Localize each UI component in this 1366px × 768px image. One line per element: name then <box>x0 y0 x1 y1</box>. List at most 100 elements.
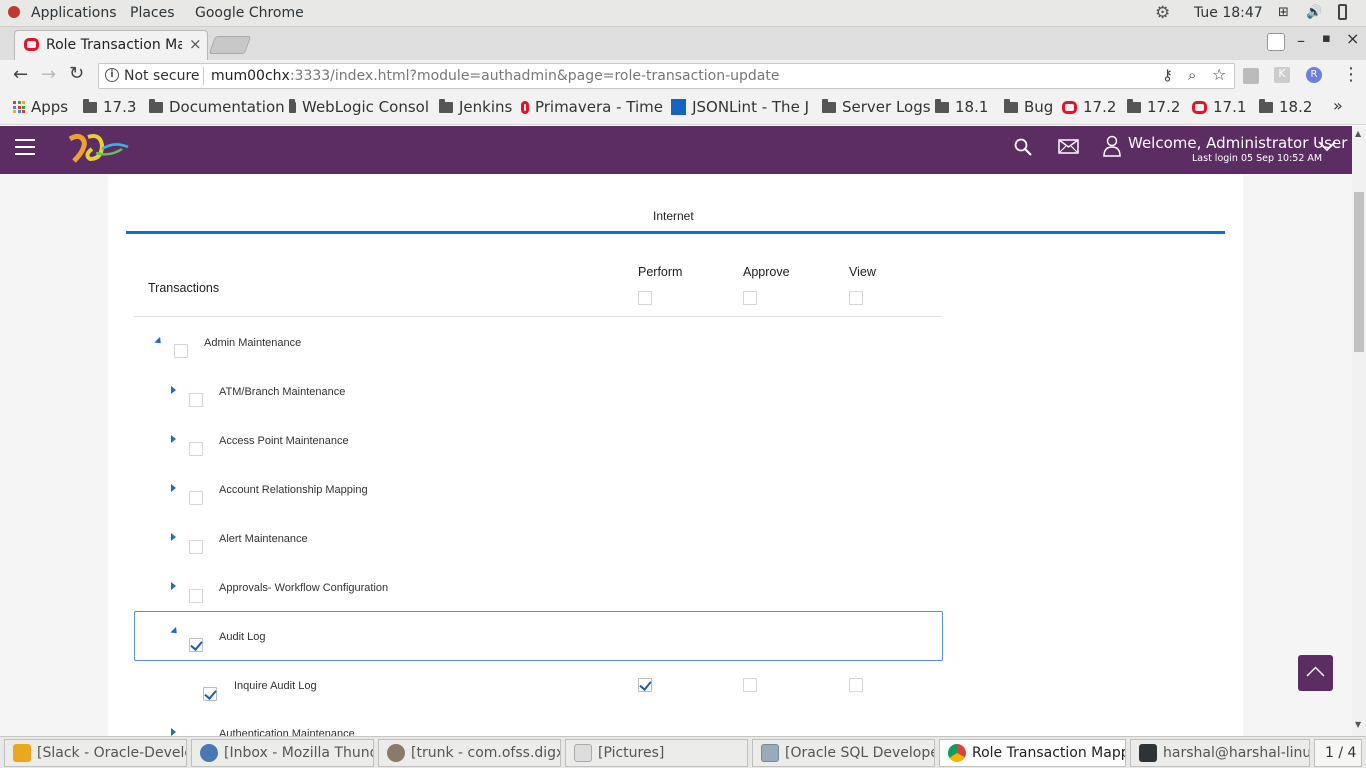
mail-icon[interactable] <box>1058 139 1079 154</box>
row-checkbox[interactable] <box>189 589 203 603</box>
taskbar-thunderbird[interactable]: [Inbox - Mozilla Thund… <box>191 739 374 767</box>
browser-tab-active[interactable]: Role Transaction Ma × <box>14 30 208 60</box>
approve-checkbox[interactable] <box>743 678 757 692</box>
tree-row-inquire-audit-log[interactable]: Inquire Audit Log <box>134 669 942 715</box>
taskbar-sql-developer[interactable]: [Oracle SQL Developer… <box>752 739 935 767</box>
scroll-to-top-button[interactable] <box>1298 655 1333 691</box>
maximize-icon[interactable]: ▪ <box>1322 31 1331 46</box>
network-icon[interactable]: ⊞ <box>1278 5 1289 20</box>
profile-icon[interactable] <box>1267 33 1285 51</box>
taskbar-eclipse[interactable]: [trunk - com.ofss.digx.… <box>378 739 561 767</box>
row-checkbox[interactable] <box>189 638 203 652</box>
bookmark-folder[interactable]: Documentation <box>149 98 285 116</box>
hamburger-menu-icon[interactable] <box>15 139 35 155</box>
bookmark-folder[interactable]: WebLogic Consol <box>289 98 429 116</box>
taskbar-pictures[interactable]: [Pictures] <box>565 739 748 767</box>
tree-row-access-point-maintenance[interactable]: Access Point Maintenance <box>134 424 942 470</box>
taskbar-slack[interactable]: [Slack - Oracle-Develo… <box>4 739 187 767</box>
row-checkbox[interactable] <box>189 442 203 456</box>
expand-toggle-icon[interactable] <box>154 336 164 347</box>
bookmark-folder[interactable]: 18.1 <box>935 98 988 116</box>
scroll-down-arrow-icon[interactable]: ▼ <box>1355 720 1361 729</box>
volume-icon[interactable]: 🔊 <box>1306 5 1322 20</box>
approve-select-all-checkbox[interactable] <box>743 291 757 305</box>
bookmark-folder[interactable]: Server Logs <box>822 98 931 116</box>
bookmark-star-icon[interactable]: ☆ <box>1212 65 1226 84</box>
applications-menu[interactable]: Applications <box>31 5 117 21</box>
tree-row-alert-maintenance[interactable]: Alert Maintenance <box>134 522 942 568</box>
extension-rp-icon[interactable] <box>1243 68 1259 84</box>
user-icon[interactable] <box>1103 135 1121 157</box>
row-checkbox[interactable] <box>189 491 203 505</box>
tree-row-atm-branch-maintenance[interactable]: ATM/Branch Maintenance <box>134 375 942 421</box>
back-icon[interactable]: ← <box>13 64 28 85</box>
tree-row-authentication-maintenance[interactable]: Authentication Maintenance <box>134 718 942 736</box>
page-scrollbar[interactable]: ▲ ▼ <box>1352 126 1366 736</box>
bookmark-link[interactable]: Primavera - Time <box>521 98 663 116</box>
view-select-all-checkbox[interactable] <box>849 291 863 305</box>
expand-toggle-icon[interactable] <box>171 582 176 590</box>
reload-icon[interactable]: ↻ <box>69 63 84 84</box>
close-window-icon[interactable]: × <box>1346 29 1359 48</box>
bookmark-apps[interactable]: Apps <box>13 98 68 116</box>
new-tab-button[interactable] <box>208 36 252 54</box>
taskbar-chrome[interactable]: Role Transaction Mapp… <box>939 739 1126 767</box>
workspace-switcher[interactable]: 1 / 4 <box>1314 739 1362 767</box>
forward-icon[interactable]: → <box>41 64 56 85</box>
scrollbar-thumb[interactable] <box>1354 192 1364 352</box>
row-checkbox[interactable] <box>189 393 203 407</box>
bookmark-link[interactable]: JSONLint - The J <box>671 98 809 116</box>
zoom-icon[interactable]: ⌕ <box>1188 66 1196 84</box>
clock[interactable]: Tue 18:47 <box>1194 5 1263 21</box>
task-label: [Inbox - Mozilla Thund… <box>224 745 373 761</box>
bookmark-folder[interactable]: Jenkins <box>439 98 512 116</box>
tab-underline <box>126 231 1225 234</box>
expand-toggle-icon[interactable] <box>171 728 176 736</box>
taskbar-terminal[interactable]: harshal@harshal-linux:~ <box>1130 739 1310 767</box>
address-bar[interactable]: i Not secure mum00chx:3333/index.html?mo… <box>98 63 1235 89</box>
settings-gear-icon[interactable]: ⚙ <box>1155 3 1170 23</box>
bookmark-folder[interactable]: 17.3 <box>83 98 136 116</box>
tree-row-admin-maintenance[interactable]: Admin Maintenance <box>134 326 942 372</box>
bookmark-link[interactable]: 17.2 <box>1062 98 1116 116</box>
bookmark-folder[interactable]: 18.2 <box>1259 98 1312 116</box>
minimize-icon[interactable]: – <box>1297 31 1305 50</box>
perform-checkbox[interactable] <box>638 678 652 692</box>
chrome-menu-icon[interactable]: ⋮ <box>1342 64 1360 85</box>
row-checkbox[interactable] <box>174 344 188 358</box>
expand-toggle-icon[interactable] <box>171 386 176 394</box>
extension-r-icon[interactable]: R <box>1306 67 1322 83</box>
welcome-text[interactable]: Welcome, Administrator User <box>1128 134 1347 152</box>
bookmark-link[interactable]: 17.1 <box>1192 98 1246 116</box>
tree-row-audit-log[interactable]: Audit Log <box>134 611 943 661</box>
active-app-menu[interactable]: Google Chrome <box>195 5 304 21</box>
extension-k-icon[interactable]: K <box>1274 67 1290 83</box>
search-icon[interactable] <box>1014 138 1034 158</box>
expand-toggle-icon[interactable] <box>171 435 176 443</box>
bookmark-folder[interactable]: Bug <box>1004 98 1053 116</box>
bookmark-folder[interactable]: 17.2 <box>1127 98 1180 116</box>
bookmark-label: Apps <box>31 98 69 116</box>
places-menu[interactable]: Places <box>130 5 175 21</box>
role-transaction-panel: Internet Transactions Perform Approve Vi… <box>108 174 1243 736</box>
chevron-down-icon[interactable] <box>1318 141 1336 152</box>
tab-internet[interactable]: Internet <box>653 209 694 223</box>
scroll-up-arrow-icon[interactable]: ▲ <box>1355 129 1361 138</box>
view-checkbox[interactable] <box>849 678 863 692</box>
info-icon[interactable]: i <box>105 68 119 82</box>
tab-close-icon[interactable]: × <box>189 35 202 53</box>
url-text[interactable]: mum00chx:3333/index.html?module=authadmi… <box>211 68 780 84</box>
battery-icon[interactable] <box>1338 4 1347 20</box>
row-checkbox[interactable] <box>203 687 217 701</box>
row-checkbox[interactable] <box>189 540 203 554</box>
perform-select-all-checkbox[interactable] <box>638 291 652 305</box>
bookmark-label: 18.2 <box>1279 98 1313 116</box>
tree-row-account-relationship-mapping[interactable]: Account Relationship Mapping <box>134 473 942 519</box>
key-icon[interactable]: ⚷ <box>1162 66 1173 84</box>
expand-toggle-icon[interactable] <box>170 626 180 637</box>
bookmarks-overflow-button[interactable]: » <box>1333 96 1343 115</box>
brand-logo-icon[interactable] <box>66 131 132 167</box>
expand-toggle-icon[interactable] <box>171 533 176 541</box>
url-divider <box>203 67 204 85</box>
expand-toggle-icon[interactable] <box>171 484 176 492</box>
